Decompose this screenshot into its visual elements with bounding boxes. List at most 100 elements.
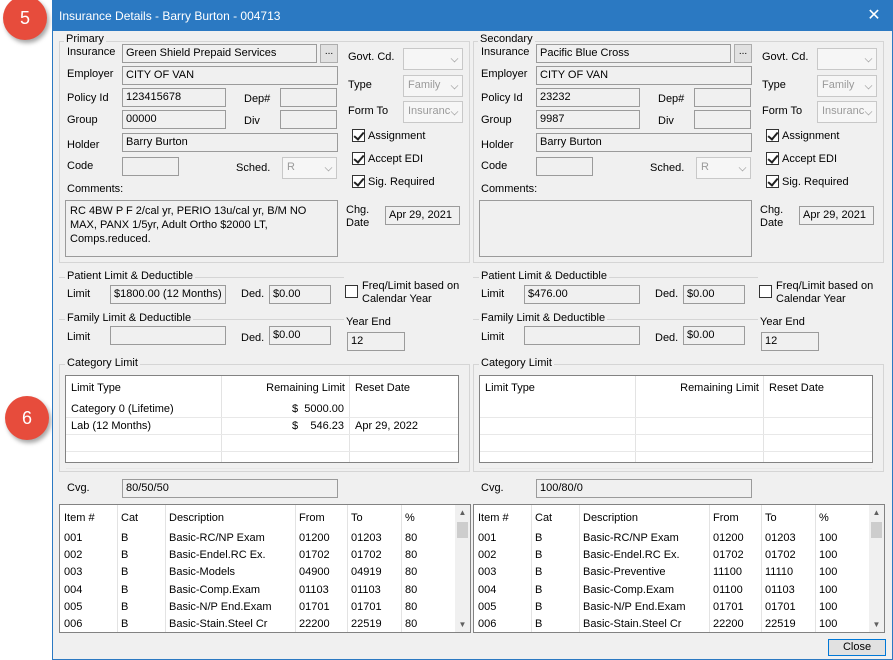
secondary-chg-label: Chg. xyxy=(760,204,784,216)
primary-items-cell-item: 002 xyxy=(64,549,83,562)
secondary-patient-ded-field: $0.00 xyxy=(683,285,745,304)
primary-items-cell-cat: B xyxy=(121,532,129,544)
secondary-items-scrollbar[interactable]: ▲ ▼ xyxy=(869,505,884,632)
secondary-patient-limit-title: Patient Limit & Deductible xyxy=(479,270,609,282)
primary-items-cell-description: Basic-Endel.RC Ex. xyxy=(169,549,266,562)
primary-scroll-down-icon[interactable]: ▼ xyxy=(455,617,470,632)
primary-insurance-browse-button[interactable]: ... xyxy=(320,44,338,63)
callout-badge-6: 6 xyxy=(5,396,49,440)
primary-items-cell-from: 01701 xyxy=(299,600,330,613)
secondary-year-end-label: Year End xyxy=(760,316,805,328)
primary-items-row[interactable]: 004 B Basic-Comp.Exam 01103 01103 80 xyxy=(60,584,455,600)
primary-items-cell-item: 006 xyxy=(64,618,83,630)
secondary-holder-field: Barry Burton xyxy=(536,133,752,152)
secondary-items-cell-item: 002 xyxy=(478,549,497,562)
primary-items-header-to: To xyxy=(351,512,363,524)
secondary-items-row[interactable]: 001 B Basic-RC/NP Exam 01200 01203 100 xyxy=(474,532,869,548)
secondary-items-cell-percent: 100 xyxy=(819,566,838,579)
primary-holder-label: Holder xyxy=(67,139,100,151)
primary-patient-limit-field: $1800.00 (12 Months) xyxy=(110,285,226,304)
primary-govt-select[interactable] xyxy=(403,48,463,70)
secondary-code-label: Code xyxy=(481,160,508,172)
secondary-edi-checkbox[interactable] xyxy=(766,152,779,165)
secondary-family-ded-label: Ded. xyxy=(655,332,679,344)
secondary-type-label: Type xyxy=(762,79,786,91)
primary-items-list[interactable]: Item # Cat Description From To% 001 B Basic-RC/… xyxy=(59,504,471,633)
secondary-sig-checkbox[interactable] xyxy=(766,175,779,188)
primary-items-row[interactable]: 003 B Basic-Models 04900 04919 80 xyxy=(60,566,455,582)
close-icon[interactable]: ✕ xyxy=(864,6,884,26)
primary-patient-limit-label: Limit xyxy=(67,288,91,300)
secondary-assignment-checkbox[interactable] xyxy=(766,129,779,142)
primary-items-scrollbar[interactable]: ▲ ▼ xyxy=(455,505,470,632)
secondary-items-cell-percent: 100 xyxy=(819,618,838,630)
secondary-employer-field: CITY OF VAN xyxy=(536,66,752,85)
secondary-items-list[interactable]: Item # Cat Description From To% 001 B Basic-RC/… xyxy=(473,504,885,633)
secondary-items-row[interactable]: 005 B Basic-N/P End.Exam 01701 01701 100 xyxy=(474,601,869,617)
primary-items-cell-to: 01702 xyxy=(351,549,382,562)
secondary-govt-select[interactable] xyxy=(817,48,877,70)
primary-cat-currency-cell: $ xyxy=(292,420,299,432)
secondary-items-cell-to: 01702 xyxy=(765,549,796,562)
primary-insurance-label: Insurance xyxy=(67,46,116,58)
secondary-sig-label: Sig. Required xyxy=(782,176,849,188)
primary-cat-header-type: Limit Type xyxy=(71,382,121,394)
primary-items-row[interactable]: 002 B Basic-Endel.RC Ex. 01702 01702 80 xyxy=(60,549,455,565)
secondary-items-row[interactable]: 006 B Basic-Stain.Steel Cr 22200 22519 100 xyxy=(474,618,869,634)
primary-type-select[interactable]: Family xyxy=(403,75,463,97)
primary-cat-header-reset: Reset Date xyxy=(355,382,411,394)
secondary-items-row[interactable]: 003 B Basic-Preventive 11100 11110 100 xyxy=(474,566,869,582)
secondary-items-row[interactable]: 004 B Basic-Comp.Exam 01100 01103 100 xyxy=(474,584,869,600)
primary-sig-checkbox[interactable] xyxy=(352,175,365,188)
primary-freq-checkbox[interactable] xyxy=(345,285,358,298)
secondary-scroll-thumb[interactable] xyxy=(871,522,882,538)
primary-items-row[interactable]: 005 B Basic-N/P End.Exam 01701 01701 80 xyxy=(60,601,455,617)
primary-cat-reset-cell: Apr 29, 2022 xyxy=(355,420,418,432)
secondary-date-label: Date xyxy=(760,217,784,229)
title-bar: Insurance Details - Barry Burton - 00471… xyxy=(53,1,892,31)
primary-scroll-thumb[interactable] xyxy=(457,522,468,538)
secondary-category-list[interactable]: Limit Type Remaining Limit Reset Date xyxy=(479,375,873,469)
primary-items-row[interactable]: 001 B Basic-RC/NP Exam 01200 01203 80 xyxy=(60,532,455,548)
primary-govt-label: Govt. Cd. xyxy=(348,51,395,63)
secondary-holder-label: Holder xyxy=(481,139,514,151)
primary-items-cell-description: Basic-Comp.Exam xyxy=(169,583,261,596)
secondary-type-select[interactable]: Family xyxy=(817,75,877,97)
secondary-items-cell-from: 01702 xyxy=(713,549,744,562)
secondary-insurance-browse-button[interactable]: ... xyxy=(734,44,752,63)
primary-year-end-field: 12 xyxy=(347,332,405,351)
secondary-sched-select[interactable]: R xyxy=(696,157,751,179)
secondary-freq-checkbox[interactable] xyxy=(759,285,772,298)
primary-formto-select[interactable]: Insuranc xyxy=(403,101,463,123)
secondary-items-header-item: Item # xyxy=(478,512,509,524)
primary-edi-checkbox[interactable] xyxy=(352,152,365,165)
secondary-family-ded-field: $0.00 xyxy=(683,326,745,345)
primary-items-cell-description: Basic-Stain.Steel Cr xyxy=(169,618,268,630)
secondary-items-row[interactable]: 002 B Basic-Endel.RC Ex. 01702 01702 100 xyxy=(474,549,869,565)
primary-items-cell-description: Basic-RC/NP Exam xyxy=(169,532,265,544)
secondary-cat-divider-2 xyxy=(763,376,764,462)
secondary-scroll-up-icon[interactable]: ▲ xyxy=(869,505,884,520)
primary-scroll-up-icon[interactable]: ▲ xyxy=(455,505,470,520)
primary-items-header-from: From xyxy=(299,512,325,524)
close-button[interactable]: Close xyxy=(828,639,886,656)
primary-items-header-description: Description xyxy=(169,512,225,524)
secondary-category-title: Category Limit xyxy=(479,357,554,369)
secondary-formto-select[interactable]: Insuranc xyxy=(817,101,877,123)
primary-items-cell-percent: 80 xyxy=(405,549,418,562)
primary-cat-type-cell: Category 0 (Lifetime) xyxy=(71,403,174,415)
primary-cvg-field: 80/50/50 xyxy=(122,479,338,498)
secondary-items-cell-from: 22200 xyxy=(713,618,744,630)
primary-items-header-percent: % xyxy=(405,512,415,524)
primary-div-field xyxy=(280,110,337,129)
callout-badge-5: 5 xyxy=(3,0,47,40)
primary-category-list[interactable]: Limit Type Remaining Limit Reset Date Categ… xyxy=(65,375,459,469)
primary-items-row[interactable]: 006 B Basic-Stain.Steel Cr 22200 22519 80 xyxy=(60,618,455,634)
primary-cat-amount-cell: 546.23 xyxy=(310,420,344,432)
primary-assignment-checkbox[interactable] xyxy=(352,129,365,142)
secondary-family-limit-label: Limit xyxy=(481,331,505,343)
primary-cat-amount-cell: 5000.00 xyxy=(304,403,344,415)
secondary-scroll-down-icon[interactable]: ▼ xyxy=(869,617,884,632)
primary-family-limit-label: Limit xyxy=(67,331,91,343)
primary-sched-select[interactable]: R xyxy=(282,157,337,179)
